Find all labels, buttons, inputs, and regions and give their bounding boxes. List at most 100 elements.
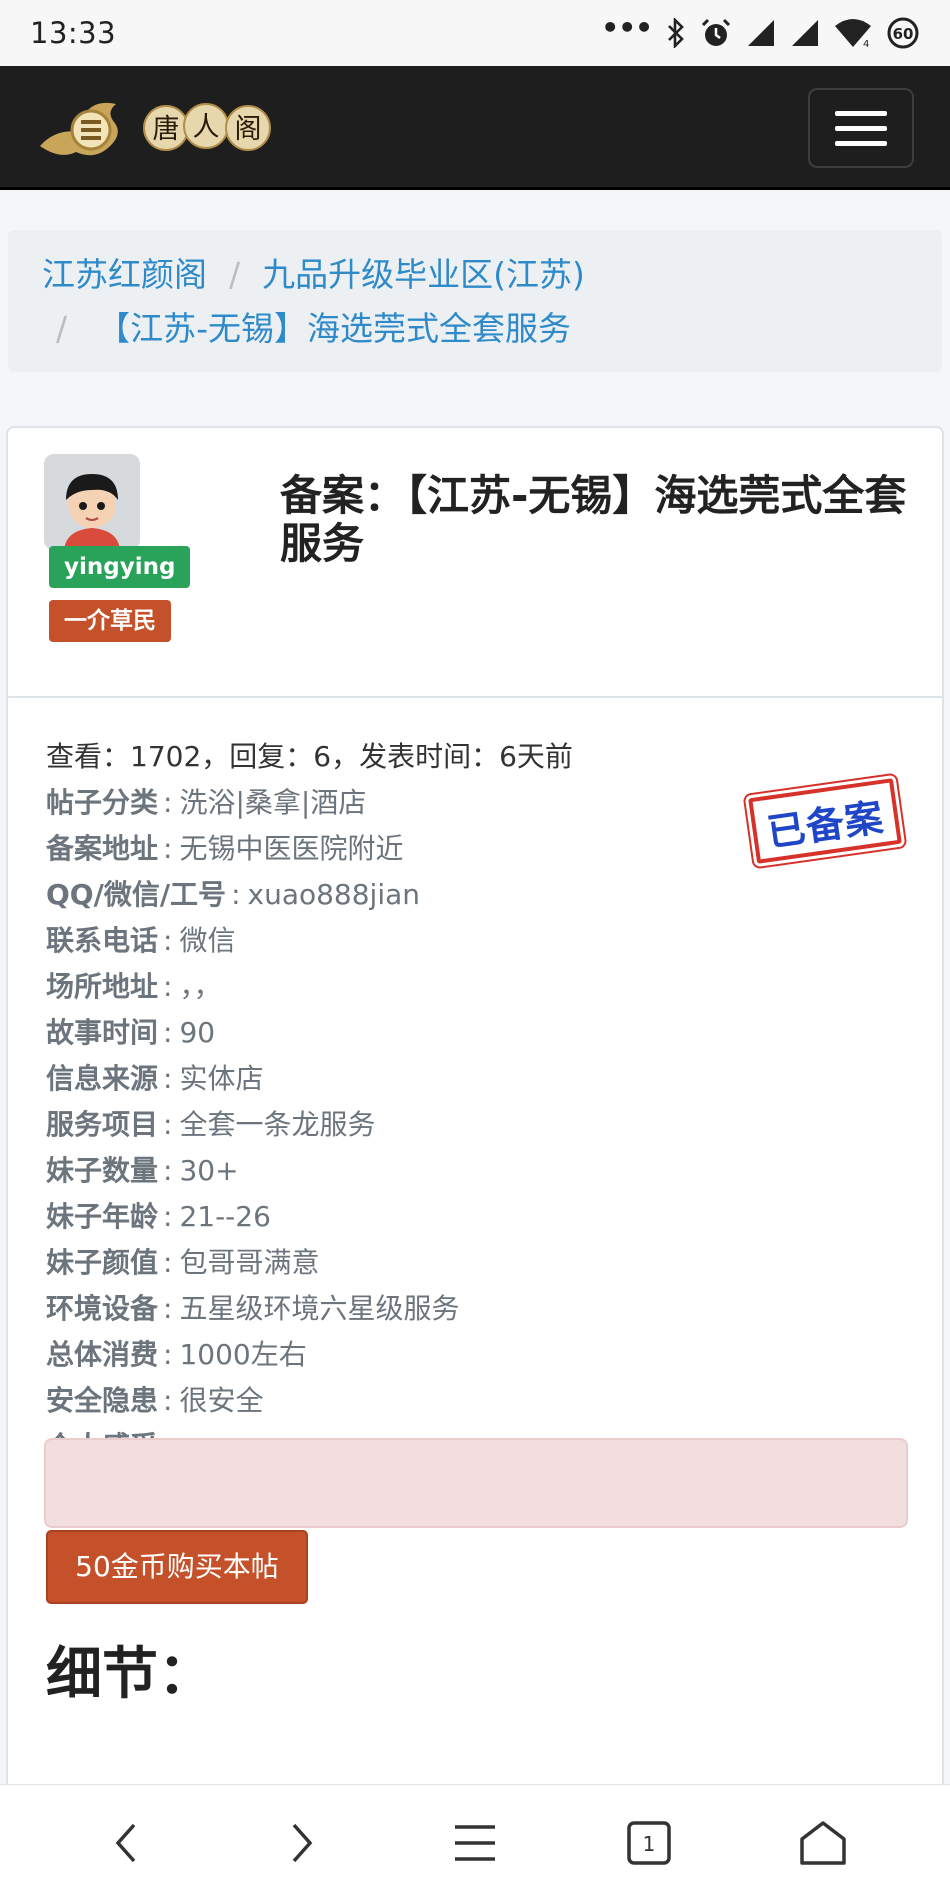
info-row: 信息来源: 实体店	[46, 1056, 942, 1102]
post-body: 查看：1702，回复：6，发表时间：6天前 已备案 帖子分类: 洗浴|桑拿|酒店备…	[8, 698, 942, 1710]
breadcrumb: 江苏红颜阁 / 九品升级毕业区(江苏) / 【江苏-无锡】海选莞式全套服务	[8, 230, 942, 372]
info-key: 场所地址	[46, 970, 159, 1003]
avatar[interactable]	[44, 454, 140, 550]
info-value: 90	[179, 1016, 216, 1049]
browser-menu-button[interactable]	[435, 1803, 515, 1883]
info-value: 五星级环境六星级服务	[179, 1292, 460, 1325]
info-row: 安全隐患: 很安全	[46, 1378, 942, 1424]
info-value: 实体店	[179, 1062, 264, 1095]
rank-badge: 一介草民	[49, 600, 171, 642]
username-badge[interactable]: yingying	[49, 546, 191, 588]
info-key: 妹子数量	[46, 1154, 159, 1187]
stamp-text: 已备案	[764, 794, 887, 855]
buy-post-button[interactable]: 50金币购买本帖	[46, 1530, 308, 1604]
status-icons: ••• 4 60	[601, 11, 920, 50]
battery-icon: 60	[886, 16, 920, 50]
post-stats: 查看：1702，回复：6，发表时间：6天前	[46, 740, 573, 773]
info-value: ，，	[179, 970, 222, 1003]
info-colon: :	[163, 1062, 173, 1095]
details-alert-box	[44, 1438, 908, 1528]
post-header: yingying 一介草民 备案：【江苏-无锡】海选莞式全套服务	[8, 428, 942, 698]
info-key: 服务项目	[46, 1108, 159, 1141]
info-value: 洗浴|桑拿|酒店	[179, 786, 367, 819]
info-key: 备案地址	[46, 832, 159, 865]
signal-icon	[790, 18, 820, 48]
site-navbar: 唐 人 阁	[0, 66, 950, 190]
details-heading: 细节：	[46, 1642, 214, 1707]
info-colon: :	[163, 1292, 173, 1325]
home-button[interactable]	[783, 1803, 863, 1883]
breadcrumb-item-forum[interactable]: 江苏红颜阁	[42, 255, 207, 294]
breadcrumb-row-2: / 【江苏-无锡】海选莞式全套服务	[42, 302, 942, 356]
forward-button[interactable]	[261, 1803, 341, 1883]
site-logo[interactable]: 唐 人 阁	[36, 88, 281, 166]
tabs-button[interactable]: 1	[609, 1803, 689, 1883]
hamburger-line	[835, 140, 887, 146]
wifi-icon: 4	[834, 18, 872, 48]
info-colon: :	[231, 878, 241, 911]
alarm-icon	[700, 17, 732, 49]
cartoon-avatar-icon	[44, 454, 140, 550]
info-row: 总体消费:1000左右	[46, 1332, 942, 1378]
info-key: 环境设备	[46, 1292, 159, 1325]
info-row: 妹子年龄:21--26	[46, 1194, 942, 1240]
more-dots-icon: •••	[601, 11, 653, 44]
info-key: QQ/微信/工号	[46, 878, 227, 911]
info-colon: :	[163, 786, 173, 819]
info-colon: :	[163, 1338, 173, 1371]
info-value: 全套一条龙服务	[179, 1108, 376, 1141]
info-key: 联系电话	[46, 924, 159, 957]
info-value: 30+	[179, 1154, 239, 1187]
hamburger-menu-icon	[835, 110, 887, 116]
forward-icon	[292, 1823, 313, 1862]
info-key: 帖子分类	[46, 786, 159, 819]
info-key: 信息来源	[46, 1062, 159, 1095]
info-key: 妹子颜值	[46, 1246, 159, 1279]
battery-level: 60	[893, 25, 914, 43]
info-row: 妹子颜值: 包哥哥满意	[46, 1240, 942, 1286]
info-colon: :	[163, 1246, 173, 1279]
info-row: 场所地址:，，	[46, 964, 942, 1010]
info-colon: :	[163, 1154, 173, 1187]
svg-text:4: 4	[863, 39, 869, 48]
browser-bottom-bar: 1	[0, 1784, 950, 1900]
info-colon: :	[163, 1384, 173, 1417]
status-bar: 13:33 ••• 4 60	[0, 0, 950, 66]
info-value: 21--26	[179, 1200, 271, 1233]
info-key: 妹子年龄	[46, 1200, 159, 1233]
info-row: QQ/微信/工号: xuao888jian	[46, 872, 942, 918]
back-icon	[115, 1823, 136, 1862]
dragon-logo-icon: 唐 人 阁	[40, 102, 271, 156]
logo-char-2: 人	[193, 112, 220, 143]
info-colon: :	[163, 1200, 173, 1233]
info-colon: :	[163, 924, 173, 957]
info-value: xuao888jian	[247, 878, 421, 911]
info-value: 很安全	[179, 1384, 264, 1417]
signal-icon	[746, 18, 776, 48]
breadcrumb-row-1: 江苏红颜阁 / 九品升级毕业区(江苏)	[42, 248, 942, 302]
back-button[interactable]	[87, 1803, 167, 1883]
menu-icon	[455, 1824, 495, 1861]
info-value: 1000左右	[179, 1338, 307, 1371]
info-value: 包哥哥满意	[179, 1246, 320, 1279]
info-row: 联系电话: 微信	[46, 918, 942, 964]
tabs-icon: 1	[627, 1820, 671, 1865]
tab-count: 1	[643, 1832, 656, 1856]
info-key: 故事时间	[46, 1016, 159, 1049]
hamburger-menu-button[interactable]	[808, 88, 914, 168]
breadcrumb-separator: /	[56, 309, 68, 348]
breadcrumb-separator: /	[229, 255, 241, 294]
logo-char-3: 阁	[235, 114, 262, 145]
hamburger-line	[835, 125, 887, 131]
info-colon: :	[163, 1108, 173, 1141]
info-key: 安全隐患	[46, 1384, 159, 1417]
info-value: 无锡中医医院附近	[179, 832, 404, 865]
post-card: yingying 一介草民 备案：【江苏-无锡】海选莞式全套服务 查看：1702…	[6, 426, 944, 1900]
info-row: 服务项目: 全套一条龙服务	[46, 1102, 942, 1148]
logo-char-1: 唐	[153, 114, 180, 145]
home-icon	[800, 1820, 846, 1865]
info-value: 微信	[179, 924, 236, 957]
breadcrumb-item-subforum[interactable]: 九品升级毕业区(江苏)	[262, 255, 585, 294]
breadcrumb-item-current[interactable]: 【江苏-无锡】海选莞式全套服务	[97, 309, 571, 348]
info-row: 环境设备: 五星级环境六星级服务	[46, 1286, 942, 1332]
